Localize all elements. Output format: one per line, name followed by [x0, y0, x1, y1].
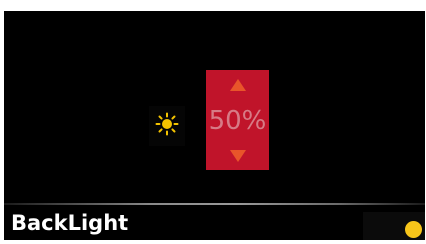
triangle-down-icon: [229, 150, 246, 162]
page-title: BackLight: [11, 211, 129, 235]
decrease-brightness-button[interactable]: [206, 144, 269, 168]
backlight-screen: 50% BackLight: [4, 11, 425, 240]
brightness-stepper: 50%: [206, 70, 269, 170]
triangle-up-icon: [229, 79, 246, 91]
footer-divider: [4, 203, 425, 205]
brightness-button[interactable]: [149, 106, 185, 146]
increase-brightness-button[interactable]: [206, 73, 269, 97]
status-dot-icon: [405, 221, 422, 238]
sun-icon: [155, 112, 179, 140]
brightness-value: 50%: [208, 106, 267, 136]
